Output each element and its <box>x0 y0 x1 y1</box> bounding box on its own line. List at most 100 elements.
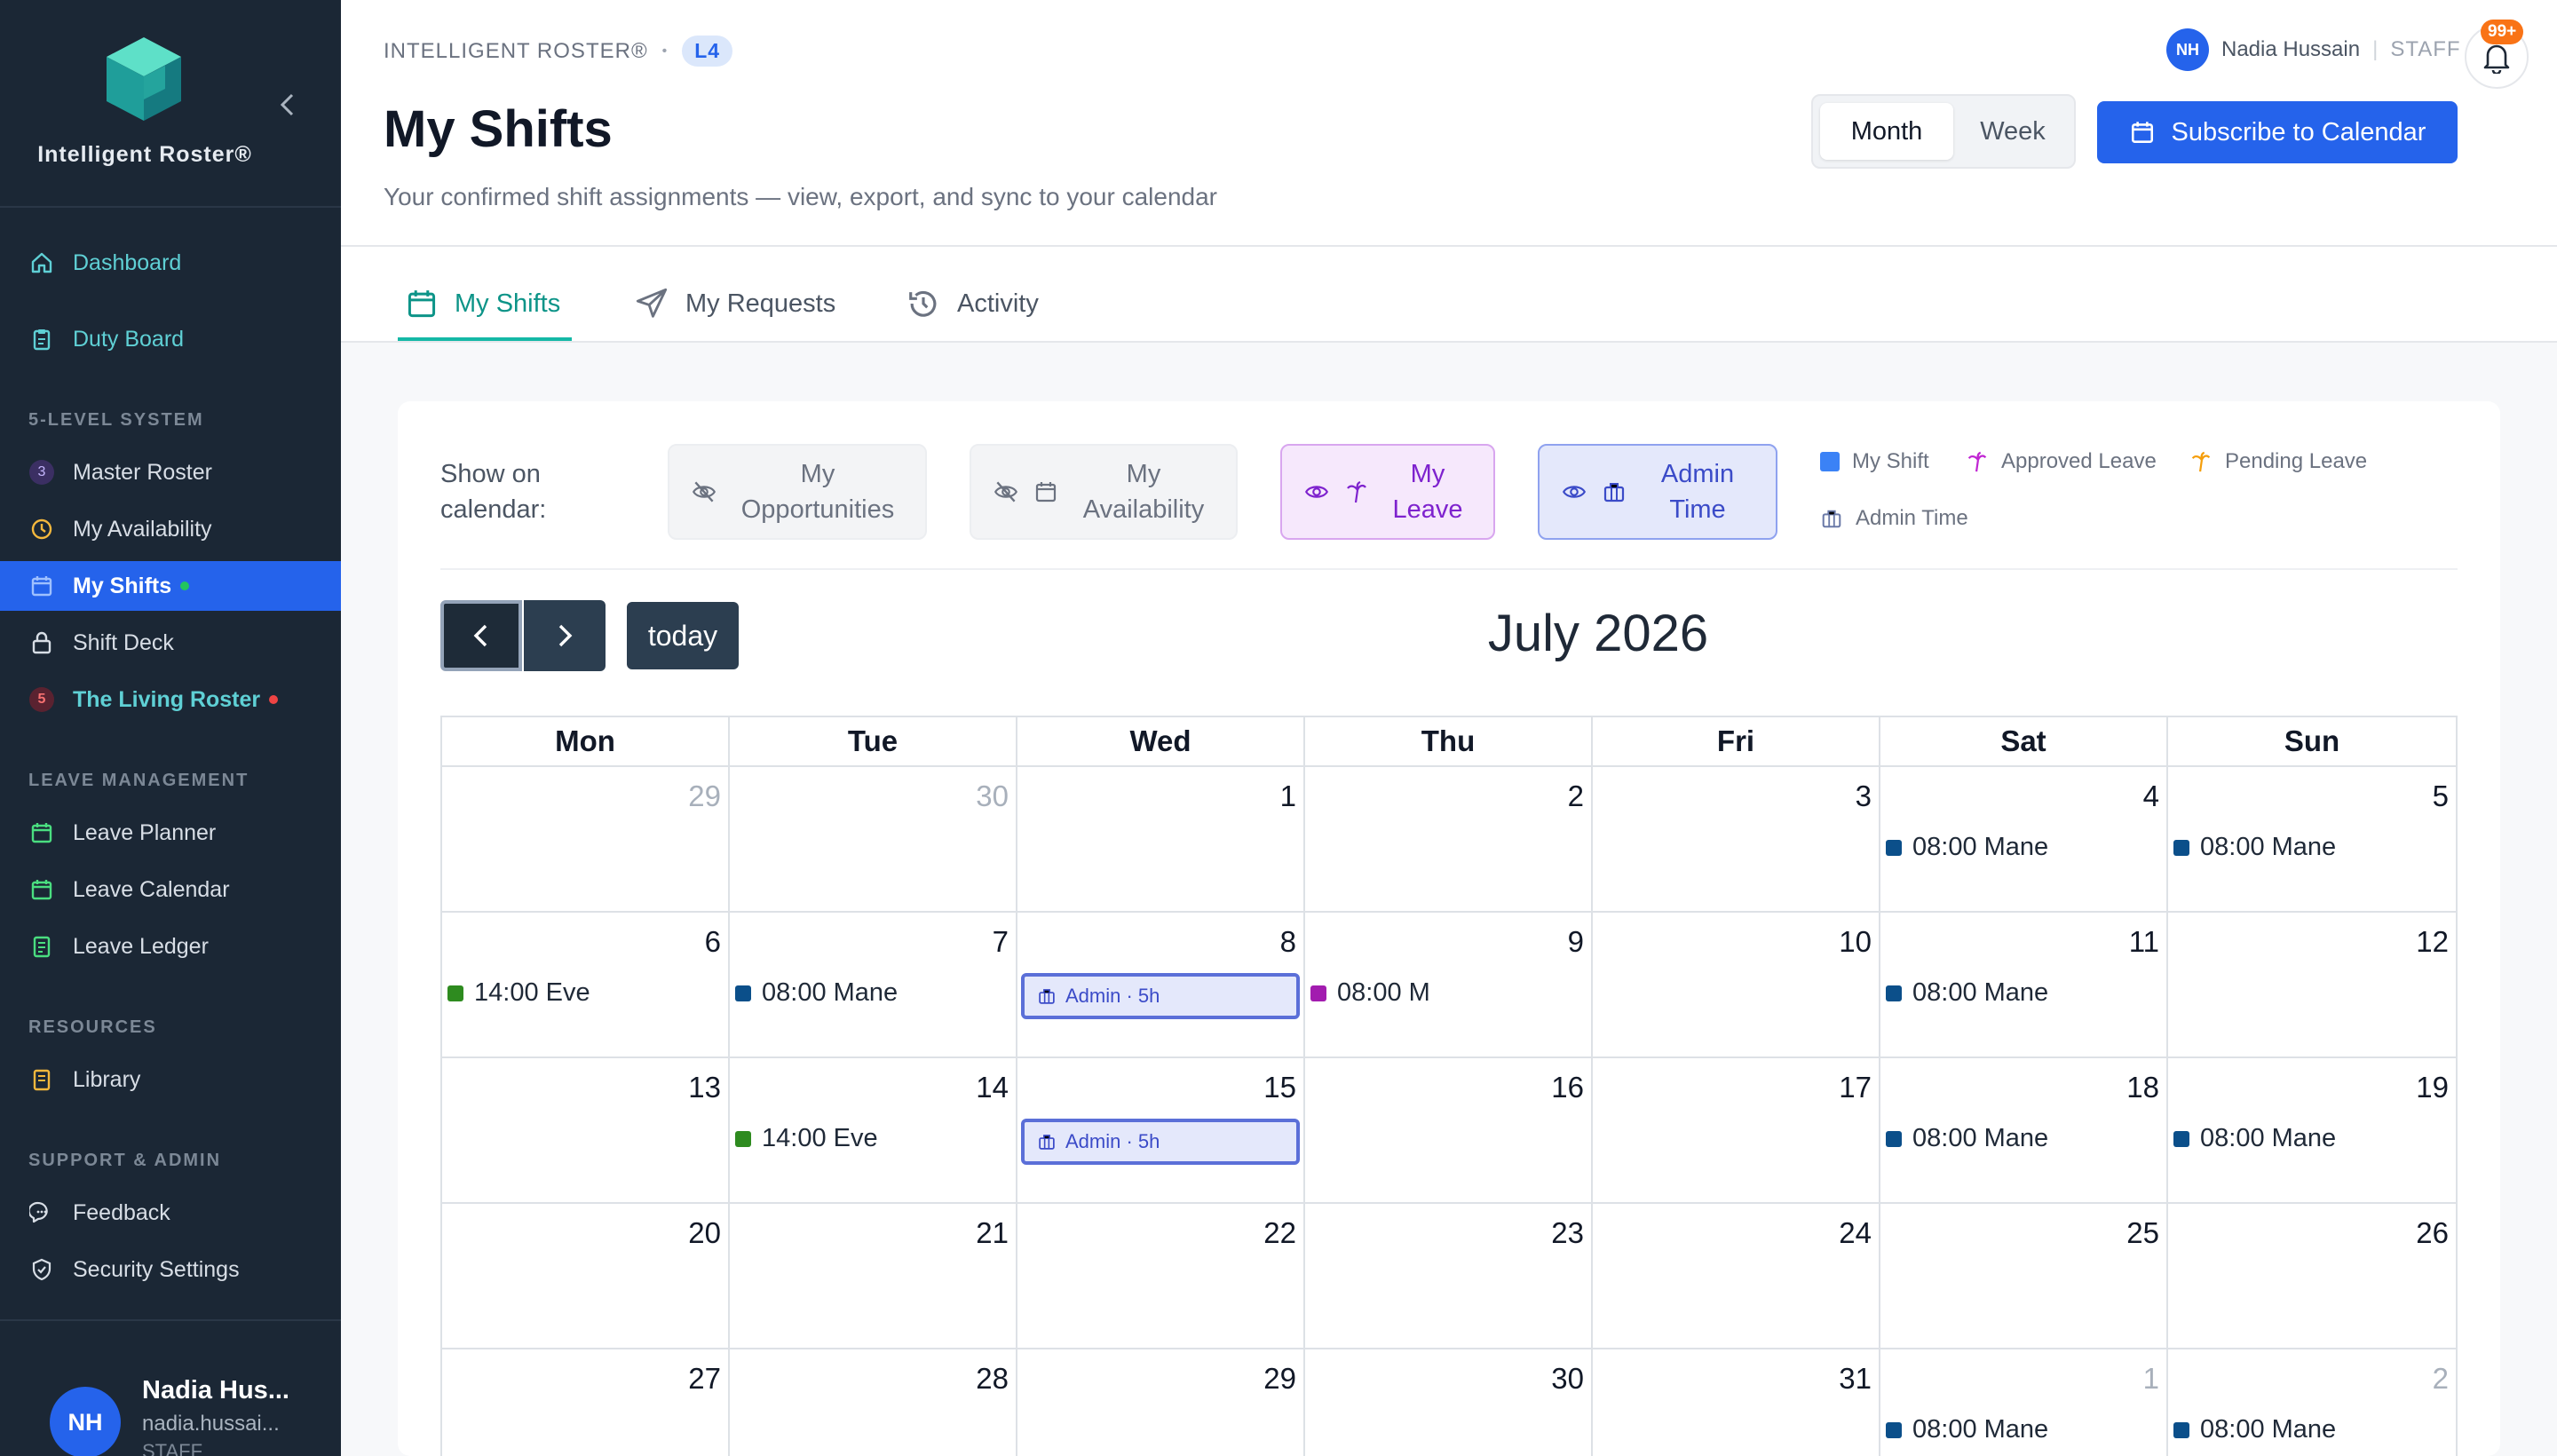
day-cell[interactable]: 16 <box>1305 1058 1593 1204</box>
day-cell[interactable]: 5 08:00 Mane <box>2168 767 2458 913</box>
status-dot <box>180 582 190 590</box>
day-number: 17 <box>1839 1071 1872 1104</box>
event-label: Admin · 5h <box>1065 985 1160 1007</box>
sidebar-item-my-shifts[interactable]: My Shifts <box>0 561 341 611</box>
day-cell[interactable]: 27 <box>440 1349 730 1456</box>
day-cell[interactable]: 4 08:00 Mane <box>1880 767 2168 913</box>
day-cell[interactable]: 1 <box>1017 767 1305 913</box>
day-cell[interactable]: 1 08:00 Mane <box>1880 1349 2168 1456</box>
chevron-left-icon <box>473 624 487 647</box>
view-month-button[interactable]: Month <box>1820 103 1953 160</box>
event-label: Admin · 5h <box>1065 1130 1160 1152</box>
sidebar-item-leave-calendar[interactable]: Leave Calendar <box>0 865 341 914</box>
bell-icon <box>2483 44 2510 74</box>
day-cell[interactable]: 3 <box>1593 767 1880 913</box>
day-cell[interactable]: 17 <box>1593 1058 1880 1204</box>
day-cell[interactable]: 7 08:00 Mane <box>730 913 1017 1058</box>
today-button[interactable]: today <box>627 602 739 669</box>
shift-event[interactable]: 08:00 Mane <box>1886 1415 2048 1444</box>
subscribe-calendar-button[interactable]: Subscribe to Calendar <box>2097 101 2458 163</box>
day-cell[interactable]: 14 14:00 Eve <box>730 1058 1017 1204</box>
day-number: 30 <box>976 779 1009 812</box>
day-cell[interactable]: 23 <box>1305 1204 1593 1349</box>
filter-my-availability[interactable]: My Availability <box>970 444 1238 540</box>
day-cell[interactable]: 13 <box>440 1058 730 1204</box>
legend-approved-leave: Approved Leave <box>1966 449 2157 474</box>
filter-my-opportunities[interactable]: My Opportunities <box>668 444 927 540</box>
day-number: 19 <box>2416 1071 2449 1104</box>
day-cell[interactable]: 15 Admin · 5h <box>1017 1058 1305 1204</box>
section-label-5-level: 5-LEVEL SYSTEM <box>28 410 204 430</box>
day-cell[interactable]: 19 08:00 Mane <box>2168 1058 2458 1204</box>
legend-pending-leave: Pending Leave <box>2189 449 2367 474</box>
filters-label-line: calendar: <box>440 495 547 524</box>
day-cell[interactable]: 10 <box>1593 913 1880 1058</box>
shift-event[interactable]: 14:00 Eve <box>735 1124 878 1153</box>
sidebar-item-label: Security Settings <box>73 1256 240 1282</box>
sidebar-item-master-roster[interactable]: 3 Master Roster <box>0 447 341 497</box>
tab-my-requests[interactable]: My Requests <box>634 266 835 341</box>
day-cell[interactable]: 22 <box>1017 1204 1305 1349</box>
sidebar-item-library[interactable]: Library <box>0 1055 341 1104</box>
sidebar-item-feedback[interactable]: Feedback <box>0 1188 341 1238</box>
shift-event[interactable]: 08:00 M <box>1310 978 1430 1008</box>
day-cell[interactable]: 28 <box>730 1349 1017 1456</box>
day-cell[interactable]: 20 <box>440 1204 730 1349</box>
shift-event[interactable]: 08:00 Mane <box>1886 1124 2048 1153</box>
day-cell[interactable]: 26 <box>2168 1204 2458 1349</box>
header-user[interactable]: NH Nadia Hussain | STAFF <box>2166 28 2461 71</box>
shift-event[interactable]: 08:00 Mane <box>2173 1124 2336 1153</box>
day-cell[interactable]: 31 <box>1593 1349 1880 1456</box>
day-cell[interactable]: 6 14:00 Eve <box>440 913 730 1058</box>
day-number: 3 <box>1855 779 1872 812</box>
day-cell[interactable]: 8 Admin · 5h <box>1017 913 1305 1058</box>
admin-time-event[interactable]: Admin · 5h <box>1021 973 1300 1019</box>
tab-activity[interactable]: Activity <box>906 266 1039 341</box>
sidebar-item-shift-deck[interactable]: Shift Deck <box>0 618 341 668</box>
sidebar-item-label: Master Roster <box>73 459 212 485</box>
day-cell[interactable]: 30 <box>1305 1349 1593 1456</box>
day-cell[interactable]: 11 08:00 Mane <box>1880 913 2168 1058</box>
day-cell[interactable]: 21 <box>730 1204 1017 1349</box>
shift-event[interactable]: 08:00 Mane <box>1886 833 2048 862</box>
day-cell[interactable]: 9 08:00 M <box>1305 913 1593 1058</box>
day-cell[interactable]: 18 08:00 Mane <box>1880 1058 2168 1204</box>
day-cell[interactable]: 30 <box>730 767 1017 913</box>
collapse-sidebar-button[interactable] <box>270 87 305 123</box>
calendar-icon <box>2131 122 2153 143</box>
day-cell[interactable]: 25 <box>1880 1204 2168 1349</box>
day-cell[interactable]: 2 08:00 Mane <box>2168 1349 2458 1456</box>
event-swatch <box>735 985 751 1001</box>
shift-event[interactable]: 08:00 Mane <box>2173 833 2336 862</box>
avatar[interactable]: NH <box>50 1387 121 1456</box>
day-cell[interactable]: 2 <box>1305 767 1593 913</box>
sidebar-item-duty-board[interactable]: Duty Board <box>0 314 341 364</box>
filter-admin-time[interactable]: Admin Time <box>1538 444 1777 540</box>
day-cell[interactable]: 29 <box>1017 1349 1305 1456</box>
section-label-leave: LEAVE MANAGEMENT <box>28 771 249 790</box>
day-cell[interactable]: 24 <box>1593 1204 1880 1349</box>
day-number: 9 <box>1567 925 1584 958</box>
sidebar-item-leave-ledger[interactable]: Leave Ledger <box>0 922 341 971</box>
sidebar-item-security-settings[interactable]: Security Settings <box>0 1245 341 1294</box>
next-month-button[interactable] <box>524 600 606 671</box>
day-cell[interactable]: 12 <box>2168 913 2458 1058</box>
sidebar-item-my-availability[interactable]: My Availability <box>0 504 341 554</box>
day-cell[interactable]: 29 <box>440 767 730 913</box>
breadcrumb-app[interactable]: INTELLIGENT ROSTER® <box>384 39 648 64</box>
admin-time-event[interactable]: Admin · 5h <box>1021 1119 1300 1165</box>
shift-event[interactable]: 14:00 Eve <box>447 978 590 1008</box>
shift-event[interactable]: 08:00 Mane <box>1886 978 2048 1008</box>
prev-month-button[interactable] <box>440 600 522 671</box>
calendar-week-row: 27 28 29 30 31 1 08:00 Mane 2 08:00 Mane <box>440 1349 2458 1456</box>
sidebar-item-living-roster[interactable]: 5 The Living Roster <box>0 675 341 724</box>
sidebar-item-leave-planner[interactable]: Leave Planner <box>0 808 341 858</box>
event-label: 14:00 Eve <box>762 1124 878 1152</box>
shift-event[interactable]: 08:00 Mane <box>735 978 898 1008</box>
filter-my-leave[interactable]: My Leave <box>1280 444 1495 540</box>
view-week-button[interactable]: Week <box>1955 103 2070 160</box>
tab-my-shifts[interactable]: My Shifts <box>405 266 560 341</box>
level-badge: 3 <box>29 460 54 485</box>
sidebar-item-dashboard[interactable]: Dashboard <box>0 238 341 288</box>
shift-event[interactable]: 08:00 Mane <box>2173 1415 2336 1444</box>
